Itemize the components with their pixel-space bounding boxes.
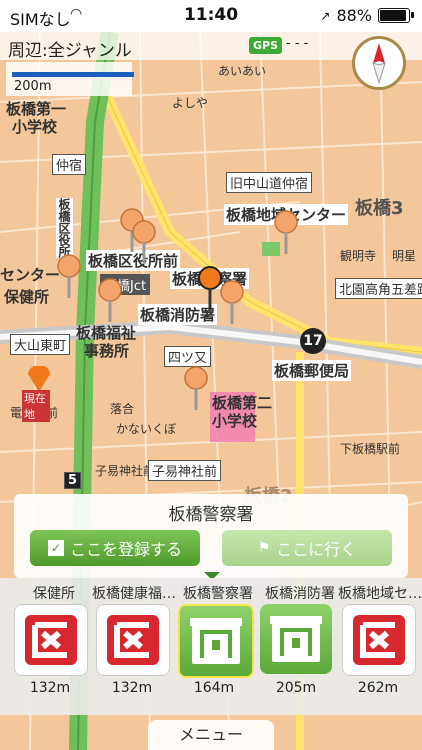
map-label: 板橋3 bbox=[355, 198, 404, 219]
battery-fill bbox=[380, 10, 407, 21]
nearby-tile-card[interactable] bbox=[96, 604, 170, 676]
map-label: 子易神社前 bbox=[95, 464, 156, 478]
menu-tab[interactable]: メニュー bbox=[148, 720, 274, 750]
ward-office-icon bbox=[107, 615, 159, 665]
route-5-badge: 5 bbox=[64, 472, 82, 489]
map-label: 板橋郵便局 bbox=[272, 360, 352, 381]
ward-office-icon bbox=[25, 615, 77, 665]
map-label: 落合 bbox=[110, 402, 135, 416]
nearby-tile-card[interactable] bbox=[260, 604, 332, 674]
compass-icon bbox=[372, 43, 386, 85]
current-location-marker[interactable]: 現在地 bbox=[22, 365, 50, 422]
flag-icon: ⚑ bbox=[257, 540, 271, 556]
map-label: 仲宿 bbox=[52, 154, 87, 175]
navigate-label: ここに行く bbox=[276, 540, 357, 559]
map-label: センター bbox=[0, 266, 61, 284]
battery-percent: 88% bbox=[336, 6, 372, 25]
navigate-button[interactable]: ⚑ ここに行く bbox=[222, 530, 392, 566]
map-label: 事務所 bbox=[84, 342, 130, 360]
map-pin-icon[interactable] bbox=[182, 366, 210, 412]
nearby-tile-distance: 205m bbox=[275, 680, 317, 696]
place-title: 板橋警察署 bbox=[168, 505, 254, 525]
scale-label: 200m bbox=[14, 79, 52, 94]
map-label: よしや bbox=[172, 96, 208, 110]
battery-icon bbox=[378, 8, 414, 23]
map-label: 小学校 bbox=[12, 118, 58, 136]
map-label: 北園高角五差路 bbox=[335, 278, 422, 299]
current-location-label: 現在地 bbox=[22, 390, 50, 422]
nearby-tile-distance: 132m bbox=[111, 680, 153, 696]
route-17-badge: 17 bbox=[300, 328, 326, 354]
nearby-tile-card[interactable] bbox=[14, 604, 88, 676]
nearby-tile-distance: 164m bbox=[193, 680, 235, 696]
map-label: 四ツ又 bbox=[164, 346, 212, 367]
place-sheet: 板橋警察署 ✓ ここを登録する ⚑ ここに行く 保健所 132m 板橋健康福祉センタ… bbox=[0, 488, 422, 750]
map-label: 大山東町 bbox=[10, 334, 71, 355]
map-label: 旧中山道仲宿 bbox=[226, 172, 313, 193]
ward-office-icon bbox=[353, 615, 405, 665]
scale-bar bbox=[12, 72, 134, 77]
gps-badge[interactable]: GPS bbox=[249, 37, 283, 54]
status-bar: SIMなし ◠ 11:40 ↗ 88% bbox=[0, 0, 422, 32]
map-pin-icon[interactable] bbox=[272, 210, 300, 256]
register-place-button[interactable]: ✓ ここを登録する bbox=[30, 530, 200, 566]
genre-label[interactable]: 周辺:全ジャンル bbox=[8, 36, 132, 61]
nearby-tile-distance: 132m bbox=[29, 680, 71, 696]
nearby-tile-card[interactable] bbox=[178, 604, 254, 678]
compass-button[interactable] bbox=[352, 36, 406, 90]
nearby-tile-card[interactable] bbox=[342, 604, 416, 676]
nearby-strip[interactable]: 保健所 132m 板橋健康福祉センター 132m 板橋警察署 164m 板橋消防署 205m 板… bbox=[0, 578, 422, 715]
map-label: 板橋区役所 bbox=[56, 198, 73, 258]
nearby-tile-name: 板橋健康福祉センター bbox=[92, 586, 180, 602]
map-label: かないくぼ bbox=[116, 422, 177, 436]
location-arrow-icon: ↗ bbox=[320, 8, 331, 23]
current-location-icon bbox=[28, 365, 50, 392]
map-label: 明星 bbox=[392, 249, 417, 263]
nearby-tile-distance: 262m bbox=[357, 680, 399, 696]
fire-station-icon bbox=[270, 616, 322, 662]
map-label: 観明寺 bbox=[340, 249, 377, 263]
nearby-tile-name: 板橋消防署 bbox=[265, 586, 335, 602]
map-label: あいあい bbox=[218, 64, 267, 78]
scale-indicator: 200m bbox=[6, 62, 134, 96]
police-station-icon bbox=[190, 618, 242, 664]
map-label: 下板橋駅前 bbox=[340, 442, 401, 456]
map-pin-icon[interactable] bbox=[130, 220, 158, 266]
gps-accuracy: - - - bbox=[286, 36, 309, 51]
nearby-tile-name: 保健所 bbox=[33, 586, 75, 602]
nearby-tile-name: 板橋地域センター bbox=[338, 586, 422, 602]
map-label: 子易神社前 bbox=[148, 460, 222, 481]
register-label: ここを登録する bbox=[69, 540, 182, 559]
map-pin-icon[interactable] bbox=[96, 278, 124, 324]
map-label: 小学校 bbox=[212, 412, 258, 430]
map-label: 保健所 bbox=[4, 288, 50, 306]
nearby-tile-name: 板橋警察署 bbox=[183, 586, 253, 602]
map-pin-icon[interactable] bbox=[218, 280, 246, 326]
map-pin-icon[interactable] bbox=[55, 254, 83, 300]
checkbox-icon: ✓ bbox=[47, 540, 64, 556]
